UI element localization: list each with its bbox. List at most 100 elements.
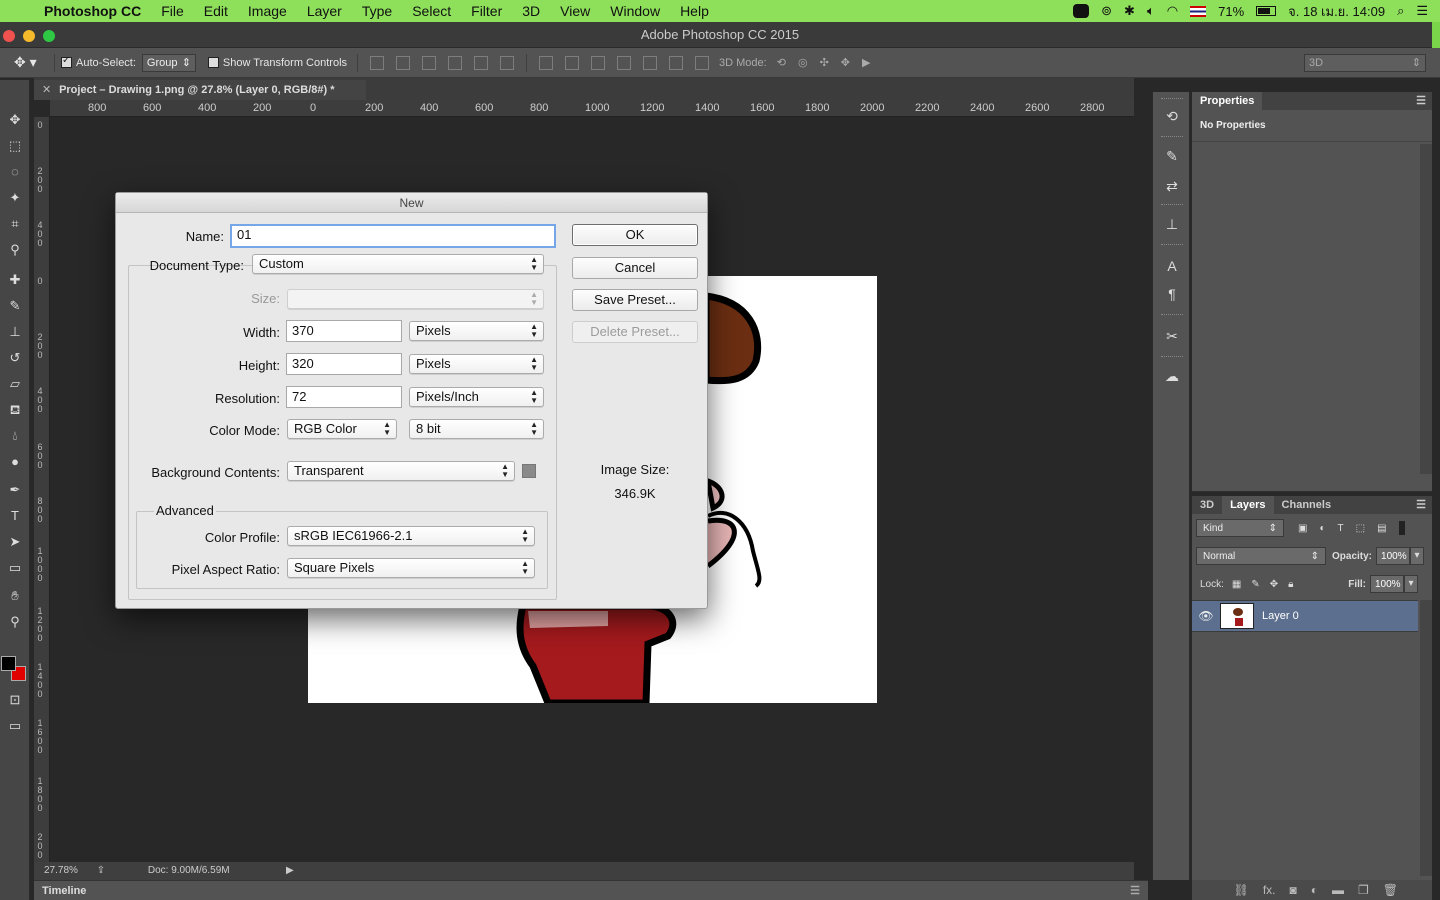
dock-grip[interactable]: [1161, 244, 1183, 247]
close-window-button[interactable]: [3, 30, 15, 42]
menu-edit[interactable]: Edit: [194, 3, 238, 19]
align-top-icon[interactable]: [370, 55, 385, 70]
notification-center-icon[interactable]: ☰: [1416, 3, 1428, 19]
visibility-eye-icon[interactable]: 👁︎: [1192, 609, 1220, 623]
libraries-panel-icon[interactable]: ☁: [1161, 366, 1183, 386]
tab-channels[interactable]: Channels: [1274, 496, 1340, 514]
color-mode-dropdown[interactable]: RGB Color ▲ ▼: [287, 419, 397, 439]
quick-mask-icon[interactable]: ⊡: [4, 690, 26, 710]
distribute-hcenter-icon[interactable]: [643, 55, 658, 70]
filter-pixel-icon[interactable]: ▣: [1298, 523, 1307, 534]
status-menu-arrow-icon[interactable]: ▶: [286, 862, 294, 880]
delete-layer-icon[interactable]: 🗑︎: [1383, 883, 1398, 897]
filter-smart-object-icon[interactable]: ▤: [1377, 523, 1386, 534]
workspace-dropdown[interactable]: 3D ⇕: [1304, 53, 1426, 72]
lock-position-icon[interactable]: ✥: [1270, 579, 1278, 590]
flag-icon[interactable]: [1190, 5, 1207, 17]
screen-mode-icon[interactable]: ▭: [4, 716, 26, 736]
fill-field[interactable]: 100%: [1370, 575, 1404, 593]
resolution-unit-dropdown[interactable]: Pixels/Inch ▲ ▼: [409, 387, 544, 407]
delete-preset-button[interactable]: Delete Preset...: [572, 321, 698, 343]
layer-filter-kind-dropdown[interactable]: Kind ⇕: [1196, 519, 1284, 537]
height-input[interactable]: 320: [286, 353, 402, 375]
save-preset-button[interactable]: Save Preset...: [572, 289, 698, 311]
menu-layer[interactable]: Layer: [297, 3, 352, 19]
menu-image[interactable]: Image: [238, 3, 297, 19]
menu-app-name[interactable]: Photoshop CC: [44, 3, 151, 19]
background-color-swatch[interactable]: [522, 464, 536, 478]
opacity-field[interactable]: 100%: [1376, 547, 1411, 565]
close-tab-icon[interactable]: ✕: [42, 80, 56, 100]
layer-name[interactable]: Layer 0: [1262, 610, 1299, 622]
properties-scrollbar[interactable]: [1420, 144, 1432, 474]
auto-align-icon[interactable]: [695, 55, 710, 70]
layer-style-icon[interactable]: fx.: [1263, 883, 1276, 897]
auto-select-dropdown[interactable]: Group ⇕: [141, 53, 196, 72]
menu-view[interactable]: View: [550, 3, 600, 19]
menu-select[interactable]: Select: [402, 3, 461, 19]
move-tool-preset-icon[interactable]: ✥ ▾: [14, 54, 48, 71]
datetime[interactable]: จ. 18 เม.ย. 14:09: [1288, 1, 1385, 22]
new-layer-icon[interactable]: ❐: [1358, 883, 1369, 897]
bit-depth-dropdown[interactable]: 8 bit ▲ ▼: [409, 419, 544, 439]
horizontal-ruler[interactable]: 800 600 400 200 0 200 400 600 800 1000 1…: [50, 100, 1134, 117]
align-bottom-icon[interactable]: [422, 55, 437, 70]
new-adjustment-layer-icon[interactable]: ◐: [1311, 883, 1318, 897]
height-unit-dropdown[interactable]: Pixels ▲ ▼: [409, 354, 544, 374]
3d-pan-icon[interactable]: ✣: [820, 56, 829, 69]
menu-window[interactable]: Window: [600, 3, 670, 19]
align-hcenter-icon[interactable]: [474, 55, 489, 70]
opacity-slider-arrow-icon[interactable]: ▾: [1410, 547, 1425, 565]
bluetooth-icon[interactable]: ✱: [1124, 3, 1135, 19]
menu-file[interactable]: File: [151, 3, 194, 19]
eraser-tool-icon[interactable]: ▱: [4, 374, 26, 394]
layer-row[interactable]: 👁︎ Layer 0: [1192, 600, 1418, 632]
dock-grip[interactable]: [1161, 204, 1183, 207]
cancel-button[interactable]: Cancel: [572, 257, 698, 279]
align-left-icon[interactable]: [448, 55, 463, 70]
hand-tool-icon[interactable]: ✋︎: [4, 586, 26, 606]
filter-type-icon[interactable]: T: [1338, 523, 1344, 534]
auto-select-checkbox[interactable]: [61, 55, 72, 68]
character-panel-icon[interactable]: A: [1161, 256, 1183, 276]
color-profile-dropdown[interactable]: sRGB IEC61966-2.1 ▲ ▼: [287, 526, 535, 546]
3d-scale-icon[interactable]: ▶: [862, 56, 870, 69]
healing-brush-tool-icon[interactable]: ✚: [4, 270, 26, 290]
pen-tool-icon[interactable]: ✒: [4, 480, 26, 500]
tab-properties[interactable]: Properties: [1192, 92, 1263, 110]
distribute-vcenter-icon[interactable]: [565, 55, 580, 70]
filter-shape-icon[interactable]: ⬚: [1356, 523, 1365, 534]
volume-icon[interactable]: 🔈︎: [1147, 3, 1155, 19]
battery-percent[interactable]: 71%: [1218, 4, 1244, 19]
width-unit-dropdown[interactable]: Pixels ▲ ▼: [409, 321, 544, 341]
export-icon[interactable]: ⇪: [97, 865, 105, 876]
minimize-window-button[interactable]: [23, 30, 35, 42]
advanced-toggle-label[interactable]: Advanced: [154, 503, 216, 518]
layers-scrollbar[interactable]: [1420, 600, 1432, 876]
type-tool-icon[interactable]: T: [4, 506, 26, 526]
menu-help[interactable]: Help: [670, 3, 719, 19]
filter-toggle-icon[interactable]: [1398, 521, 1405, 535]
dock-grip[interactable]: [1161, 98, 1183, 101]
zoom-tool-icon[interactable]: ⚲: [4, 612, 26, 632]
link-layers-icon[interactable]: ⛓: [1234, 883, 1249, 897]
width-input[interactable]: 370: [286, 320, 402, 342]
tool-presets-panel-icon[interactable]: ✂: [1161, 326, 1183, 346]
align-right-icon[interactable]: [500, 55, 515, 70]
ok-button[interactable]: OK: [572, 224, 698, 246]
zoom-level[interactable]: 27.78%: [44, 865, 78, 876]
magic-wand-tool-icon[interactable]: ✦: [4, 188, 26, 208]
brush-tool-icon[interactable]: ✎: [4, 296, 26, 316]
adjustments-panel-icon[interactable]: ⇄: [1161, 176, 1183, 196]
lock-all-icon[interactable]: 🔒︎: [1288, 579, 1293, 590]
eyedropper-tool-icon[interactable]: ⚲: [4, 240, 26, 260]
document-type-dropdown[interactable]: Custom ▲ ▼: [252, 254, 544, 274]
marquee-tool-icon[interactable]: ⬚: [4, 136, 26, 156]
vertical-ruler[interactable]: 0 2 0 0 4 0 0 0 2 0 0 4 0 0 6 0 0 8 0 0 …: [34, 117, 50, 862]
pixel-aspect-ratio-dropdown[interactable]: Square Pixels ▲ ▼: [287, 558, 535, 578]
name-input[interactable]: 01: [230, 224, 556, 248]
brush-panel-icon[interactable]: ✎: [1161, 146, 1183, 166]
blend-mode-dropdown[interactable]: Normal ⇕: [1196, 547, 1326, 565]
size-dropdown[interactable]: ▲ ▼: [287, 289, 544, 309]
panel-menu-icon[interactable]: ☰: [1410, 92, 1432, 110]
